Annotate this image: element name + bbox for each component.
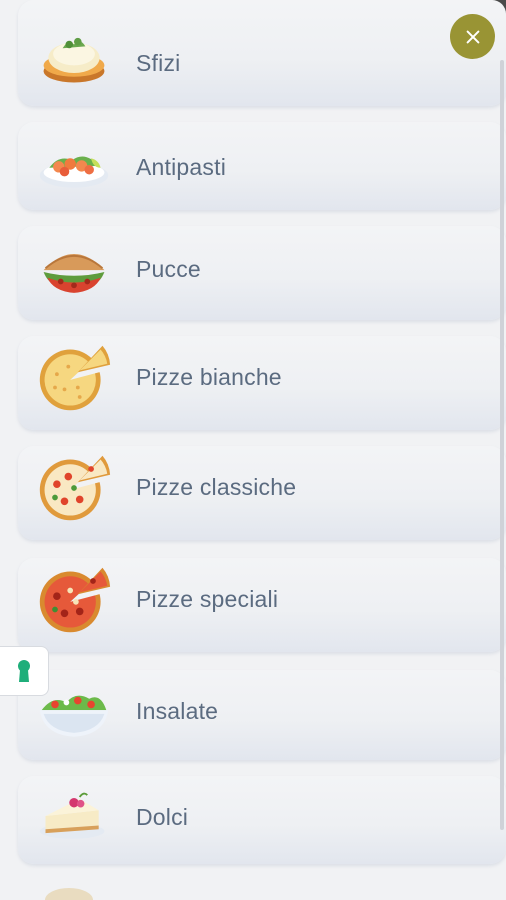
bruschetta-icon <box>43 37 105 83</box>
cheesecake-icon <box>39 792 105 839</box>
category-item-dolci[interactable]: Dolci <box>18 776 506 864</box>
category-item-antipasti[interactable]: Antipasti <box>18 122 506 210</box>
next-item-peek <box>0 878 506 900</box>
menu-panel: Sfizi Antipasti Pucce Pizze bianche Pizz… <box>0 0 506 900</box>
category-item-pizze-classiche[interactable]: Pizze classiche <box>18 446 506 540</box>
category-item-insalate[interactable]: Insalate <box>18 670 506 760</box>
accessibility-button[interactable] <box>0 646 49 696</box>
keyhole-icon <box>18 660 30 682</box>
category-label: Insalate <box>136 698 219 724</box>
category-label: Pizze bianche <box>136 364 282 390</box>
category-label: Dolci <box>136 804 189 830</box>
special-pizza-icon <box>39 567 111 633</box>
category-item-pizze-speciali[interactable]: Pizze speciali <box>18 558 506 652</box>
category-label: Antipasti <box>136 154 227 180</box>
category-label: Pizze speciali <box>136 586 279 612</box>
shrimp-plate-icon <box>39 156 109 188</box>
white-pizza-icon <box>39 345 111 411</box>
classic-pizza-icon <box>39 455 111 521</box>
partial-icon <box>45 888 93 900</box>
scrollbar[interactable] <box>500 60 504 830</box>
category-label: Pizze classiche <box>136 474 297 500</box>
category-item-pucce[interactable]: Pucce <box>18 226 506 320</box>
category-item-pizze-bianche[interactable]: Pizze bianche <box>18 336 506 430</box>
close-icon <box>466 30 479 43</box>
close-button[interactable] <box>450 14 495 59</box>
category-label: Sfizi <box>136 50 181 76</box>
category-item-sfizi[interactable]: Sfizi <box>18 0 506 106</box>
sandwich-icon <box>43 253 105 293</box>
category-label: Pucce <box>136 256 201 282</box>
